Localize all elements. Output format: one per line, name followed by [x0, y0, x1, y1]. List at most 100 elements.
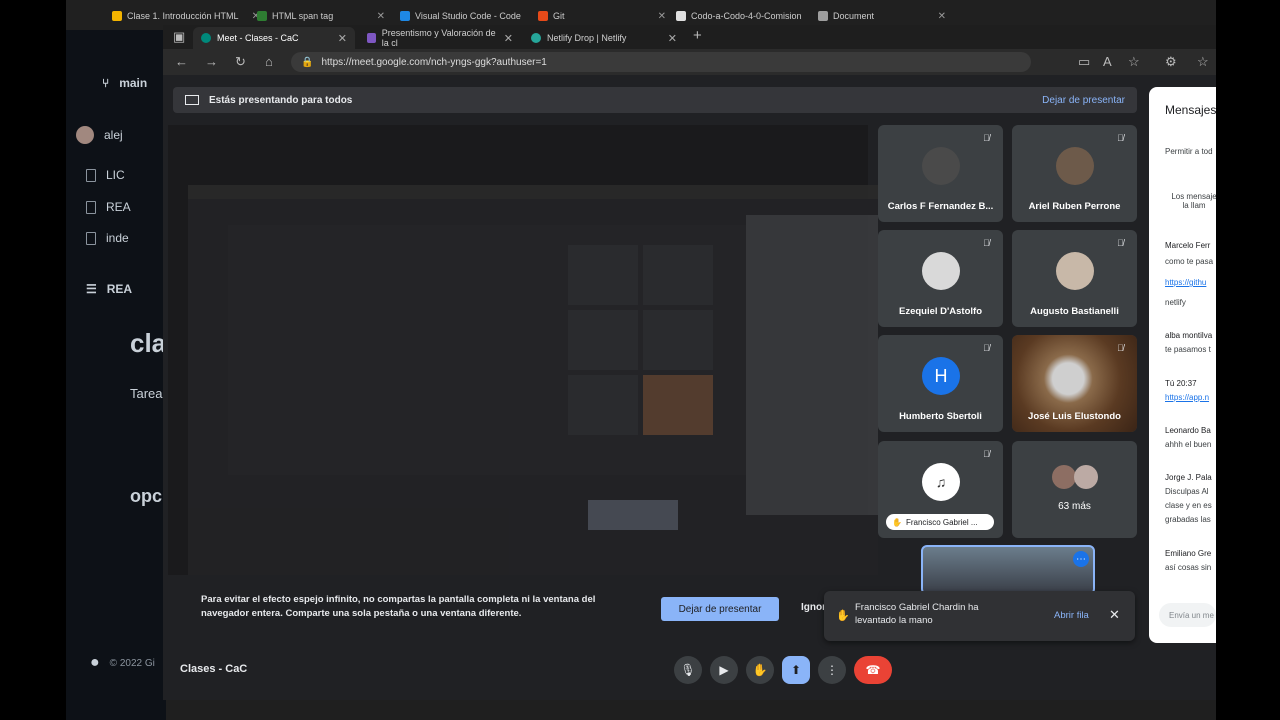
more-vert-icon: ⋮: [826, 663, 838, 677]
more-options-icon[interactable]: ⋯: [1073, 551, 1089, 567]
lock-icon: 🔒: [301, 56, 314, 68]
music-avatar-icon: ♫: [922, 463, 960, 501]
present-button[interactable]: ⬆: [782, 656, 810, 684]
home-icon[interactable]: ⌂: [265, 54, 273, 69]
avatar: [1074, 465, 1098, 489]
participant-tile[interactable]: 🎙̸ ♫ ✋ Francisco Gabriel ...: [878, 441, 1003, 538]
tab-meet[interactable]: Meet - Clases - CaC ✕: [193, 27, 355, 49]
message-author: Jorge J. Pala: [1165, 473, 1212, 482]
close-icon[interactable]: ✕: [668, 32, 677, 45]
message-text: Disculpas Al: [1165, 487, 1209, 496]
readme-text: Tarea: [130, 386, 163, 401]
message-text: netlify: [1165, 298, 1186, 307]
new-tab-icon[interactable]: +: [693, 27, 702, 44]
close-icon[interactable]: ✕: [1109, 607, 1120, 623]
tab-favicon-icon: [257, 11, 267, 21]
author-label: alej: [104, 128, 123, 142]
close-icon[interactable]: ✕: [377, 11, 385, 22]
chat-input[interactable]: Envía un me: [1159, 603, 1216, 627]
mic-off-icon: 🎙̸: [983, 238, 990, 248]
mic-button[interactable]: 🎙: [674, 656, 702, 684]
more-participants-tile[interactable]: 63 más: [1012, 441, 1137, 538]
tab-netlify[interactable]: Netlify Drop | Netlify ✕: [523, 27, 685, 49]
message-link[interactable]: https://githu: [1165, 278, 1206, 287]
participant-name: Ariel Ruben Perrone: [1028, 201, 1121, 212]
front-tab-strip: ▣ Meet - Clases - CaC ✕ Presentismo y Val…: [163, 25, 1216, 49]
forward-arrow-icon[interactable]: →: [205, 54, 218, 69]
camera-icon: ▶: [719, 663, 729, 677]
mirror-tile: [568, 310, 638, 370]
mirror-preview: [188, 185, 878, 575]
tab-actions-icon[interactable]: ▣: [173, 29, 185, 45]
url-text: https://meet.google.com/nch-yngs-ggk?aut…: [321, 56, 547, 68]
avatar: [1056, 147, 1094, 185]
collections-icon[interactable]: ☆: [1197, 54, 1209, 70]
close-icon[interactable]: ✕: [658, 11, 666, 22]
avatar: [922, 252, 960, 290]
tab-presentismo[interactable]: Presentismo y Valoración de la cl ✕: [359, 27, 521, 49]
stop-presenting-link[interactable]: Dejar de presentar: [1042, 95, 1125, 106]
camera-button[interactable]: ▶: [710, 656, 738, 684]
branch-selector[interactable]: ⑂ main: [102, 76, 147, 90]
open-queue-link[interactable]: Abrir fila: [1054, 610, 1089, 621]
close-icon[interactable]: ✕: [938, 11, 946, 22]
hand-icon: ✋: [752, 663, 768, 677]
participant-tile[interactable]: 🎙̸ Carlos F Fernandez B...: [878, 125, 1003, 222]
mirror-tile: [643, 375, 713, 435]
mic-icon: 🎙: [680, 663, 696, 677]
mirror-tile: [568, 245, 638, 305]
participant-tile[interactable]: 🎙̸ Augusto Bastianelli: [1012, 230, 1137, 327]
file-label: REA: [106, 200, 131, 214]
close-icon[interactable]: ✕: [504, 32, 513, 45]
tab-favicon-icon: [400, 11, 410, 21]
message-link[interactable]: https://app.n: [1165, 393, 1209, 402]
close-icon[interactable]: ✕: [338, 32, 347, 45]
message-text: te pasamos t: [1165, 345, 1211, 354]
shared-screen: [168, 125, 878, 575]
read-aloud-icon[interactable]: A: [1103, 54, 1112, 69]
end-call-button[interactable]: ☎: [854, 656, 892, 684]
participant-tile[interactable]: 🎙̸ José Luis Elustondo: [1012, 335, 1137, 432]
participant-tile[interactable]: 🎙̸ H Humberto Sbertoli: [878, 335, 1003, 432]
file-label: LIC: [106, 168, 125, 182]
mic-off-icon: 🎙̸: [1117, 343, 1124, 353]
file-row[interactable]: inde: [86, 231, 129, 245]
ignore-button[interactable]: Ignor: [801, 602, 826, 613]
allow-messages-toggle[interactable]: Permitir a tod: [1165, 147, 1213, 156]
hand-icon: ✋: [836, 610, 850, 622]
footer: ● © 2022 Gi: [90, 654, 155, 672]
mic-off-icon: 🎙̸: [1117, 238, 1124, 248]
file-row[interactable]: LIC: [86, 168, 125, 182]
screen: Clase 1. Introducción HTML ✕ HTML span ta…: [0, 0, 1280, 720]
participant-name: Augusto Bastianelli: [1030, 306, 1119, 317]
participant-tile[interactable]: 🎙̸ Ezequiel D'Astolfo: [878, 230, 1003, 327]
avatar: [76, 126, 94, 144]
more-options-button[interactable]: ⋮: [818, 656, 846, 684]
reload-icon[interactable]: ↻: [235, 54, 246, 70]
extensions-icon[interactable]: ⚙: [1165, 54, 1177, 70]
url-field[interactable]: 🔒 https://meet.google.com/nch-yngs-ggk?au…: [291, 52, 1031, 72]
stop-presenting-button[interactable]: Dejar de presentar: [661, 597, 779, 621]
reader-icon[interactable]: ▭: [1078, 54, 1090, 70]
avatar-initial: H: [934, 365, 948, 386]
file-row[interactable]: REA: [86, 200, 131, 214]
present-icon: [185, 95, 199, 105]
raise-hand-button[interactable]: ✋: [746, 656, 774, 684]
readme-header: ☰ REA: [86, 282, 132, 296]
favorites-icon[interactable]: ☆: [1128, 54, 1140, 70]
mic-off-icon: 🎙̸: [983, 133, 990, 143]
file-label: inde: [106, 231, 129, 245]
back-arrow-icon[interactable]: ←: [175, 54, 188, 69]
self-view[interactable]: ⋯: [921, 545, 1095, 595]
participant-name: Ezequiel D'Astolfo: [898, 306, 982, 317]
tab-label: Clase 1. Introducción HTML: [127, 11, 239, 21]
message-author: alba montilva: [1165, 331, 1213, 340]
avatar: [1052, 465, 1076, 489]
tab-label: Presentismo y Valoración de la cl: [381, 28, 496, 48]
chat-title: Mensajes: [1165, 103, 1216, 117]
commit-author[interactable]: alej: [76, 126, 123, 144]
file-icon: [86, 168, 96, 182]
list-icon: ☰: [86, 282, 97, 296]
participant-tile[interactable]: 🎙̸ Ariel Ruben Perrone: [1012, 125, 1137, 222]
more-count-label: 63 más: [1058, 501, 1091, 512]
